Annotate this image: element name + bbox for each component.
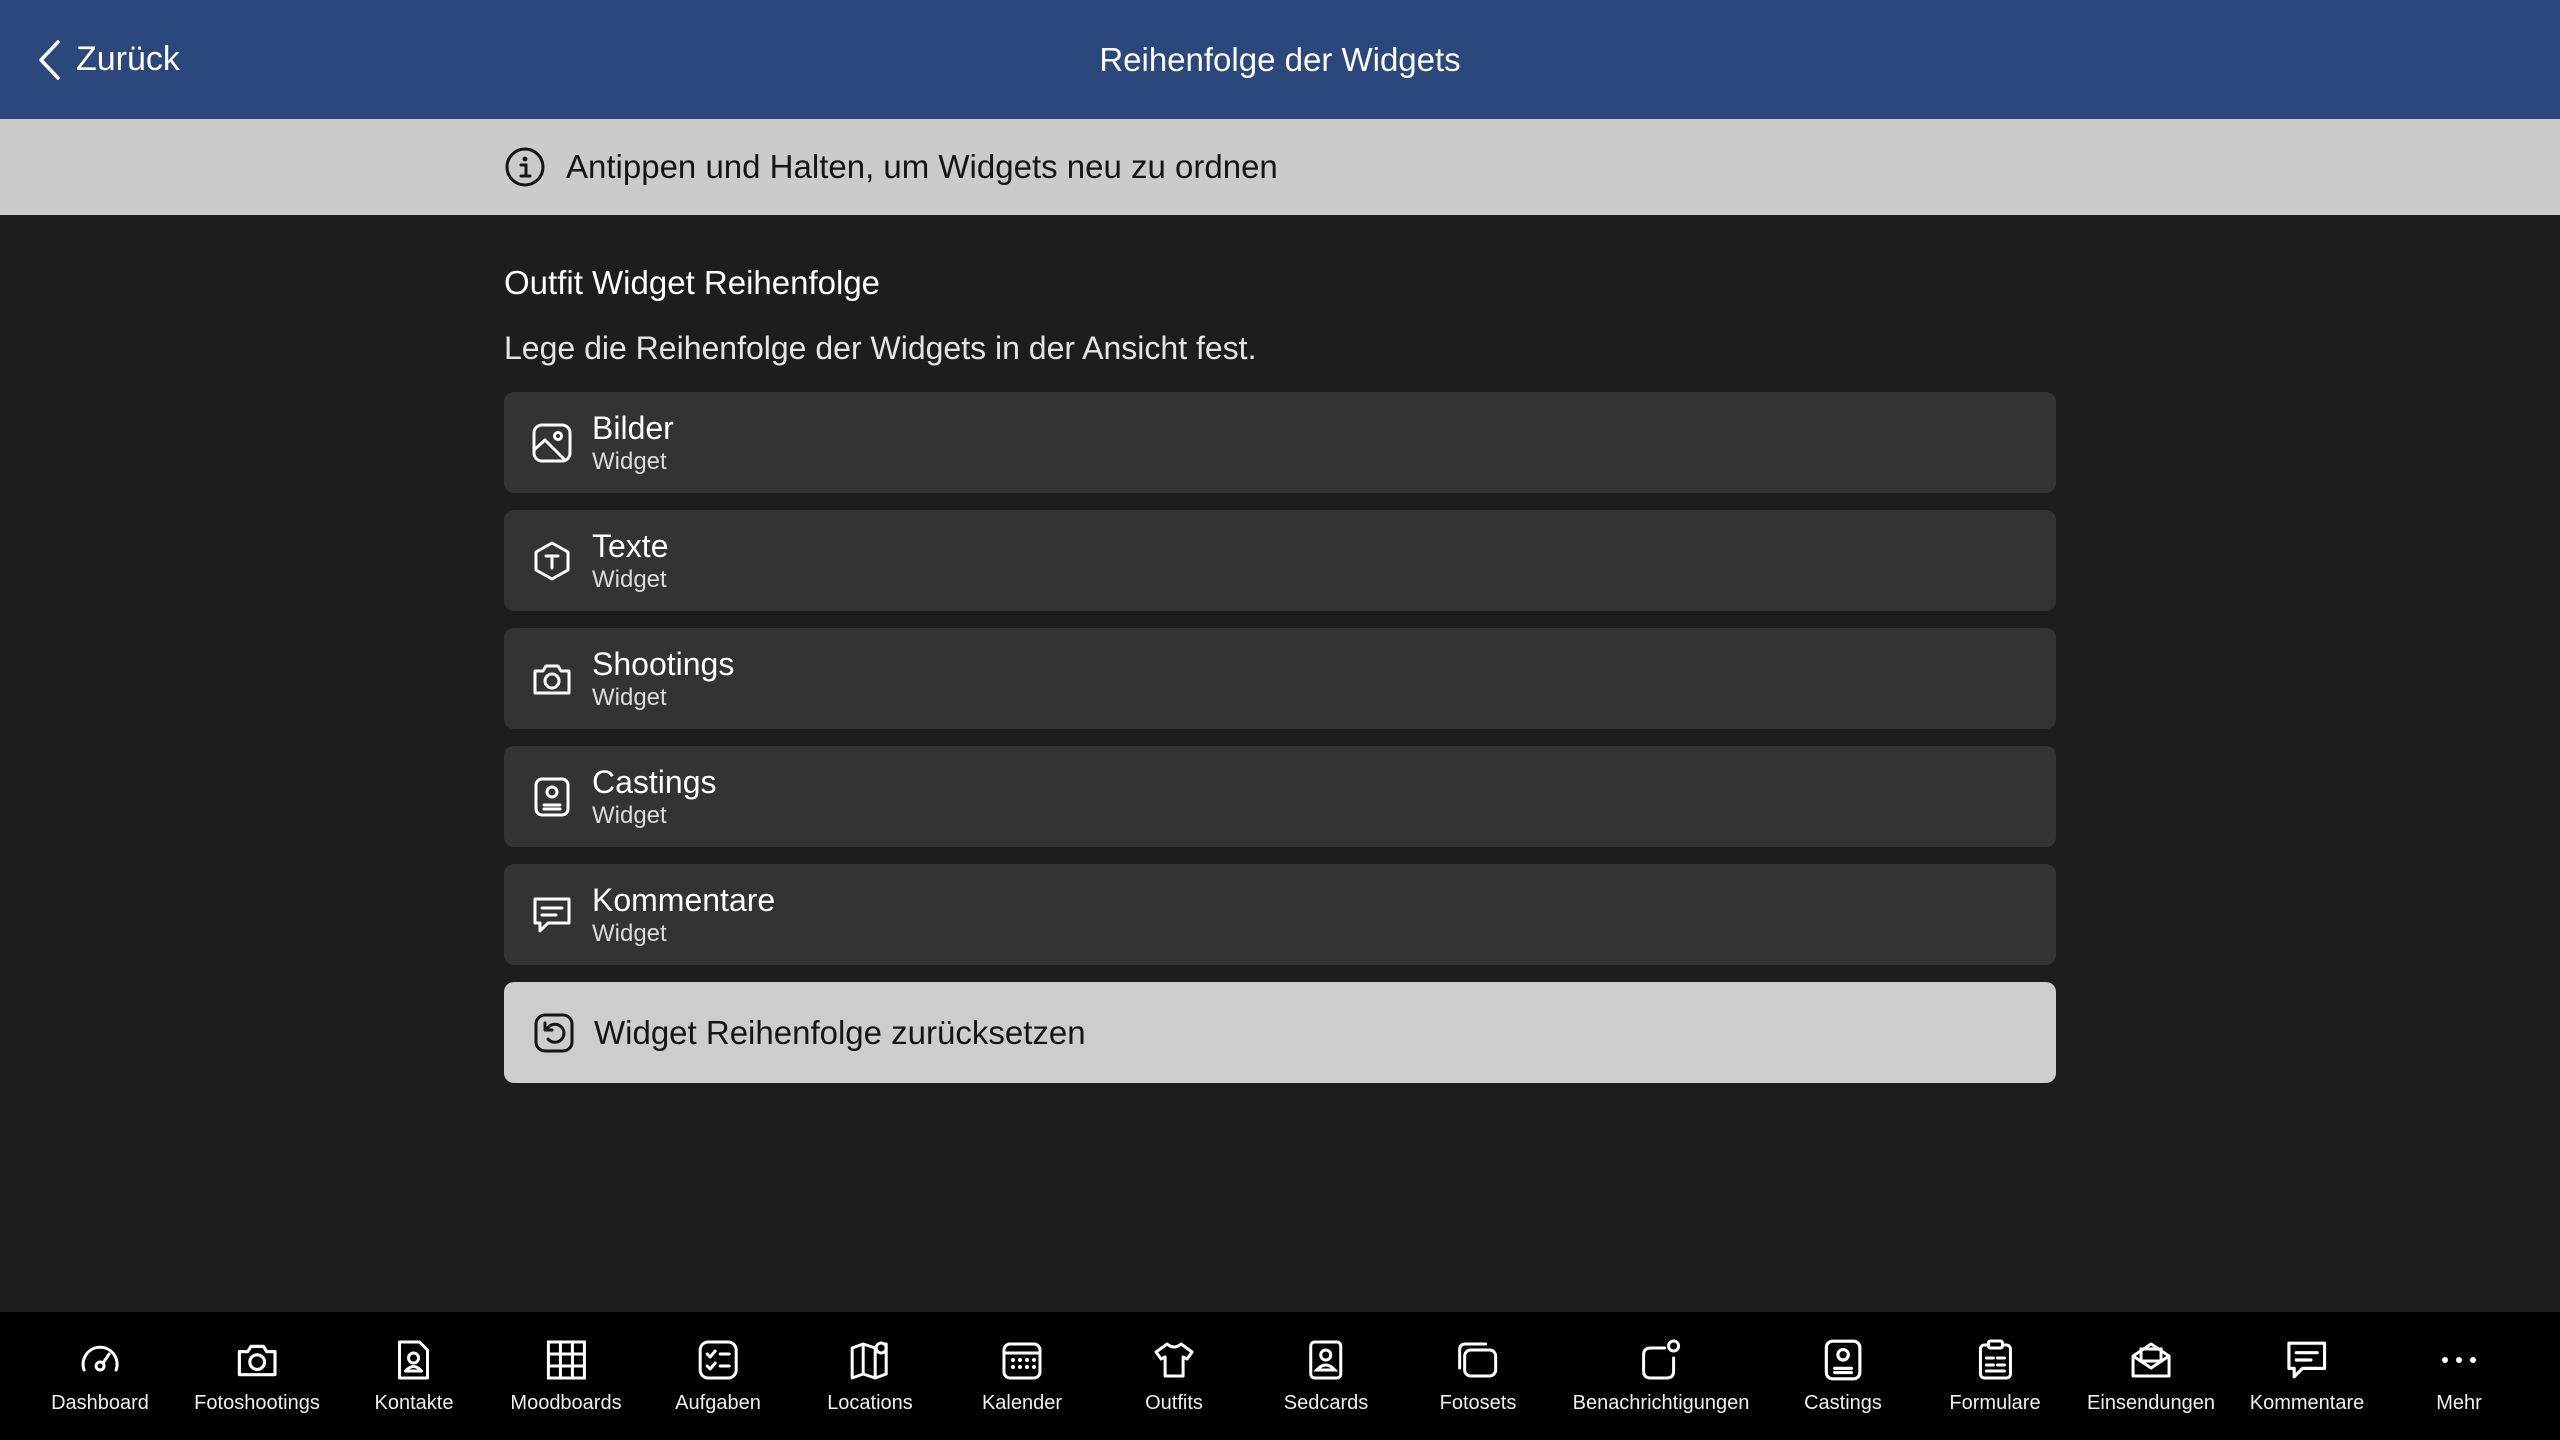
tab-castings[interactable]: Castings — [1804, 1312, 1882, 1440]
tab-label: Aufgaben — [675, 1392, 761, 1414]
widget-row-bilder[interactable]: Bilder Widget — [504, 392, 2056, 493]
tab-label: Benachrichtigungen — [1572, 1392, 1750, 1414]
submission-icon — [2127, 1336, 2175, 1384]
widget-subtitle: Widget — [592, 565, 667, 593]
widget-name: Castings — [592, 763, 717, 800]
tab-label: Kalender — [981, 1392, 1063, 1414]
info-banner: Antippen und Halten, um Widgets neu zu o… — [0, 119, 2560, 215]
tab-label: Outfits — [1145, 1392, 1203, 1414]
info-icon — [504, 146, 546, 188]
tab-label: Fotoshootings — [194, 1392, 320, 1414]
page-title: Reihenfolge der Widgets — [1099, 40, 1461, 78]
widget-subtitle: Widget — [592, 919, 667, 947]
tab-moodboards[interactable]: Moodboards — [510, 1312, 622, 1440]
reset-widget-order-button[interactable]: Widget Reihenfolge zurücksetzen — [504, 982, 2056, 1083]
widget-subtitle: Widget — [592, 683, 667, 711]
top-navigation-bar: Zurück Reihenfolge der Widgets — [0, 0, 2560, 119]
tab-mehr[interactable]: Mehr — [2435, 1312, 2483, 1440]
tab-dashboard[interactable]: Dashboard — [51, 1312, 149, 1440]
text-icon — [530, 539, 574, 583]
info-text: Antippen und Halten, um Widgets neu zu o… — [566, 148, 1278, 185]
widget-name: Bilder — [592, 409, 674, 446]
tab-label: Sedcards — [1283, 1392, 1369, 1414]
tab-outfits[interactable]: Outfits — [1145, 1312, 1203, 1440]
bottom-tab-bar: Dashboard Fotoshootings Kontakte Moodboa… — [0, 1312, 2560, 1440]
tab-locations[interactable]: Locations — [827, 1312, 913, 1440]
tab-label: Moodboards — [510, 1392, 622, 1414]
widget-name: Shootings — [592, 645, 735, 682]
casting-icon — [530, 775, 574, 819]
camera-icon — [530, 657, 574, 701]
image-icon — [530, 421, 574, 465]
reset-icon — [532, 1011, 576, 1055]
section-title: Outfit Widget Reihenfolge — [504, 264, 881, 301]
section-description: Lege die Reihenfolge der Widgets in der … — [504, 330, 1257, 366]
more-icon — [2435, 1336, 2483, 1384]
widget-subtitle: Widget — [592, 447, 667, 475]
tab-label: Fotosets — [1439, 1392, 1517, 1414]
tab-label: Castings — [1804, 1392, 1882, 1414]
comment-icon — [530, 893, 574, 937]
camera-icon — [233, 1336, 281, 1384]
widget-name: Kommentare — [592, 881, 776, 918]
tab-label: Kommentare — [2249, 1392, 2365, 1414]
widget-row-shootings[interactable]: Shootings Widget — [504, 628, 2056, 729]
tab-sedcards[interactable]: Sedcards — [1283, 1312, 1369, 1440]
calendar-icon — [998, 1336, 1046, 1384]
tab-label: Einsendungen — [2087, 1392, 2215, 1414]
widget-name: Texte — [592, 527, 669, 564]
tab-label: Kontakte — [374, 1392, 454, 1414]
tab-einsendungen[interactable]: Einsendungen — [2087, 1312, 2215, 1440]
moodboard-icon — [542, 1336, 590, 1384]
photoset-icon — [1454, 1336, 1502, 1384]
casting-icon — [1819, 1336, 1867, 1384]
sedcard-icon — [1302, 1336, 1350, 1384]
contact-icon — [390, 1336, 438, 1384]
tab-formulare[interactable]: Formulare — [1949, 1312, 2041, 1440]
map-icon — [846, 1336, 894, 1384]
tab-fotoshootings[interactable]: Fotoshootings — [194, 1312, 320, 1440]
widget-row-kommentare[interactable]: Kommentare Widget — [504, 864, 2056, 965]
dashboard-icon — [76, 1336, 124, 1384]
back-label: Zurück — [76, 40, 180, 78]
notification-icon — [1637, 1336, 1685, 1384]
widget-row-texte[interactable]: Texte Widget — [504, 510, 2056, 611]
reset-label: Widget Reihenfolge zurücksetzen — [594, 1013, 1086, 1051]
tasks-icon — [694, 1336, 742, 1384]
tab-aufgaben[interactable]: Aufgaben — [675, 1312, 761, 1440]
tab-kalender[interactable]: Kalender — [982, 1312, 1062, 1440]
tab-label: Formulare — [1949, 1392, 2041, 1414]
widget-row-castings[interactable]: Castings Widget — [504, 746, 2056, 847]
tab-label: Locations — [827, 1392, 913, 1414]
tab-label: Dashboard — [51, 1392, 149, 1414]
tab-fotosets[interactable]: Fotosets — [1439, 1312, 1517, 1440]
tab-kontakte[interactable]: Kontakte — [374, 1312, 454, 1440]
tab-benachrichtigungen[interactable]: Benachrichtigungen — [1572, 1312, 1750, 1440]
widget-list: Bilder Widget Texte Widget Shootings Wid… — [504, 392, 2056, 982]
shirt-icon — [1150, 1336, 1198, 1384]
widget-subtitle: Widget — [592, 801, 667, 829]
tab-label: Mehr — [2436, 1392, 2482, 1414]
form-icon — [1971, 1336, 2019, 1384]
tab-kommentare[interactable]: Kommentare — [2249, 1312, 2365, 1440]
back-button[interactable]: Zurück — [36, 0, 180, 119]
chevron-left-icon — [36, 38, 62, 82]
comment-icon — [2283, 1336, 2331, 1384]
